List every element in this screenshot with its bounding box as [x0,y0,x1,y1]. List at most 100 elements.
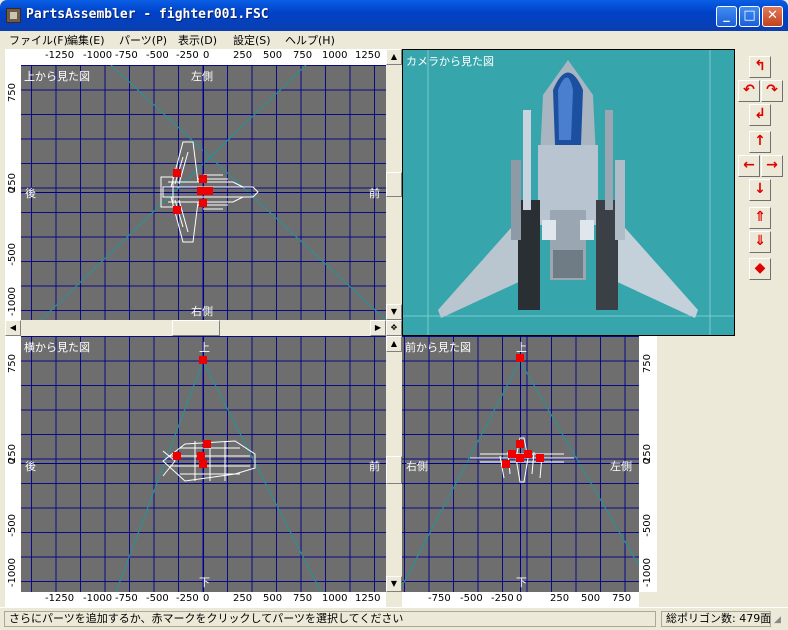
ruler-label: -250 [491,593,514,604]
scroll-thumb[interactable] [386,456,402,484]
ruler-label: -500 [7,243,18,266]
arrow-down-icon: ▼ [390,579,398,588]
arrow-left-icon: ◀ [9,323,17,332]
menu-settings[interactable]: 設定(S) [233,32,271,48]
app-icon[interactable] [6,8,21,23]
status-bar: さらにパーツを追加するか、赤マークをクリックしてパーツを選択してください 総ポリ… [0,607,788,630]
top-ruler: -1250 -1000 -750 -500 -250 0 250 500 750… [5,49,386,65]
part-marker[interactable] [205,187,213,195]
menu-view[interactable]: 表示(D) [178,32,217,48]
move-left-button[interactable]: ← [738,155,760,177]
ruler-label: 250 [233,50,253,61]
zoom-in-button[interactable]: ⇑ [749,207,771,229]
top-view-vscrollbar[interactable]: ▲ ▼ [386,49,402,320]
move-right-icon: → [766,157,778,173]
fighter-render[interactable] [403,50,735,336]
menu-file[interactable]: ファイル(F) [9,32,68,48]
rotate-left-button[interactable]: ↶ [738,80,760,102]
side-view-vscrollbar[interactable]: ▲ ▼ [386,336,402,592]
move-up-button[interactable]: ↑ [749,131,771,153]
part-marker[interactable] [524,450,532,458]
maximize-button[interactable]: □ [739,6,760,27]
window-title: PartsAssembler - fighter001.FSC [26,7,269,22]
ruler-label: 750 [7,354,18,374]
scroll-right-button[interactable]: ▶ [370,320,386,336]
minimize-button[interactable]: _ [716,6,737,27]
scroll-thumb[interactable] [386,172,402,197]
view-title: 横から見た図 [24,341,90,354]
splitter-handle[interactable]: ✥ [386,320,402,336]
part-marker[interactable] [173,169,181,177]
ruler-label: -750 [115,593,138,604]
ruler-label: 500 [263,593,283,604]
close-icon: ✕ [767,8,778,23]
resize-grip-icon[interactable]: ◢ [774,614,786,626]
bottom-ruler-right: -750 -500 -250 0 250 500 750 [402,592,639,607]
reset-view-button[interactable]: ◆ [749,258,771,280]
view-title: 前から見た図 [405,341,471,354]
title-bar[interactable]: PartsAssembler - fighter001.FSC _ □ ✕ [0,0,788,31]
zoom-out-icon: ⇓ [754,233,766,249]
part-marker[interactable] [199,199,207,207]
part-marker[interactable] [173,206,181,214]
part-marker[interactable] [516,440,524,448]
top-view[interactable]: 上から見た図 左側 右側 後 前 [21,65,386,320]
view-title: カメラから見た図 [406,55,494,68]
close-button[interactable]: ✕ [762,6,783,27]
left-ruler-top: 750 250 0 -500 -1000 [5,65,21,320]
ruler-label: 0 [203,593,210,604]
scroll-up-button[interactable]: ▲ [386,49,402,65]
side-view[interactable]: 横から見た図 上 下 後 前 [21,336,386,592]
view-dir-top: 上 [516,341,527,354]
reset-icon: ◆ [754,260,766,276]
part-marker[interactable] [199,460,207,468]
view-dir-top: 左側 [191,70,213,83]
menu-bar: ファイル(F) 編集(E) パーツ(P) 表示(D) 設定(S) ヘルプ(H) [0,31,788,49]
camera-view[interactable]: カメラから見た図 [402,49,735,336]
ruler-label: 0 [642,458,653,465]
part-marker[interactable] [203,440,211,448]
ruler-label: -500 [146,50,169,61]
arrow-down-icon: ▼ [390,307,398,316]
maximize-icon: □ [743,8,756,23]
ruler-label: 750 [293,593,313,604]
move-down-button[interactable]: ↓ [749,179,771,201]
part-marker[interactable] [197,452,205,460]
part-marker[interactable] [173,452,181,460]
top-view-hscrollbar[interactable]: ◀ ▶ [5,320,386,336]
view-dir-bottom: 下 [199,576,210,589]
scroll-left-button[interactable]: ◀ [5,320,21,336]
menu-edit[interactable]: 編集(E) [67,32,105,48]
ruler-label: -500 [7,514,18,537]
front-view[interactable]: 前から見た図 上 下 右側 左側 [402,336,639,592]
rotate-right-button[interactable]: ↷ [761,80,783,102]
scroll-down-button[interactable]: ▼ [386,304,402,320]
part-marker[interactable] [516,454,524,462]
move-right-button[interactable]: → [761,155,783,177]
scroll-down-button[interactable]: ▼ [386,576,402,592]
ruler-label: 0 [203,50,210,61]
part-marker[interactable] [536,454,544,462]
part-marker[interactable] [199,356,207,364]
ruler-label: 750 [642,354,653,374]
rotate-down-icon: ↲ [754,106,766,122]
move-left-icon: ← [743,157,755,173]
ruler-label: 750 [7,83,18,103]
menu-help[interactable]: ヘルプ(H) [285,32,335,48]
scroll-thumb[interactable] [172,320,220,336]
view-dir-right: 前 [369,187,380,200]
part-marker[interactable] [516,354,524,362]
view-dir-left: 右側 [406,460,428,473]
part-marker[interactable] [199,175,207,183]
rotate-up-icon: ↰ [754,58,766,74]
ruler-label: 0 [7,187,18,194]
zoom-out-button[interactable]: ⇓ [749,231,771,253]
rotate-up-button[interactable]: ↰ [749,56,771,78]
ruler-label: 1250 [355,50,381,61]
menu-parts[interactable]: パーツ(P) [119,32,167,48]
rotate-down-button[interactable]: ↲ [749,104,771,126]
part-marker[interactable] [508,450,516,458]
scroll-up-button[interactable]: ▲ [386,336,402,352]
part-marker[interactable] [197,187,205,195]
part-marker[interactable] [502,460,510,468]
